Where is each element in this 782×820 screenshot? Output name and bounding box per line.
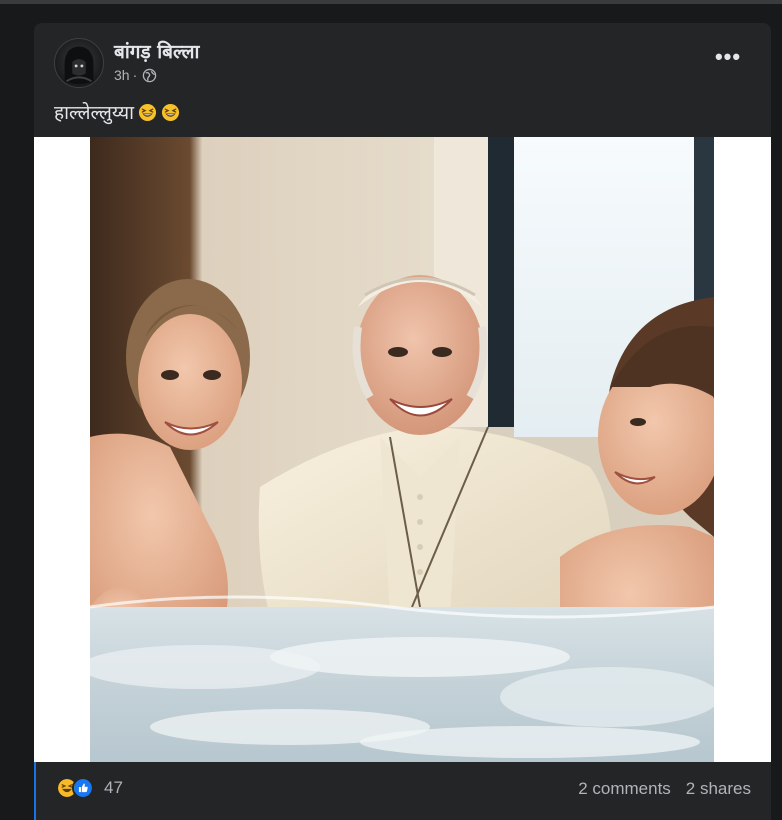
author-avatar[interactable]	[54, 38, 104, 88]
reaction-count: 47	[104, 778, 123, 797]
post-photo-frame	[34, 137, 771, 762]
post-timestamp[interactable]: 3h	[114, 67, 130, 83]
post-footer: 47 2 comments 2 shares	[34, 762, 771, 820]
post-photo[interactable]	[90, 137, 714, 762]
reactions-summary[interactable]: 47	[56, 777, 123, 799]
page-top-border	[0, 0, 782, 4]
more-horizontal-icon: •••	[714, 44, 742, 69]
post-card: बांगड़ बिल्ला 3h · ••• हाल्लेल्लुय्या 47…	[34, 23, 771, 820]
like-icon	[72, 777, 94, 799]
post-text: हाल्लेल्लुय्या	[54, 102, 135, 124]
post-meta: 3h ·	[114, 67, 157, 83]
meta-separator: ·	[132, 67, 138, 83]
post-caption: हाल्लेल्लुय्या	[54, 99, 180, 125]
globe-icon[interactable]	[142, 68, 157, 83]
avatar-image	[64, 46, 94, 85]
grinning-squinting-face-icon	[161, 103, 180, 122]
comments-count-link[interactable]: 2 comments	[578, 779, 671, 799]
author-name[interactable]: बांगड़ बिल्ला	[114, 38, 199, 64]
more-options-button[interactable]: •••	[710, 44, 746, 80]
footer-stats: 2 comments 2 shares	[578, 779, 751, 799]
grinning-squinting-face-icon	[138, 103, 157, 122]
shares-count-link[interactable]: 2 shares	[686, 779, 751, 799]
